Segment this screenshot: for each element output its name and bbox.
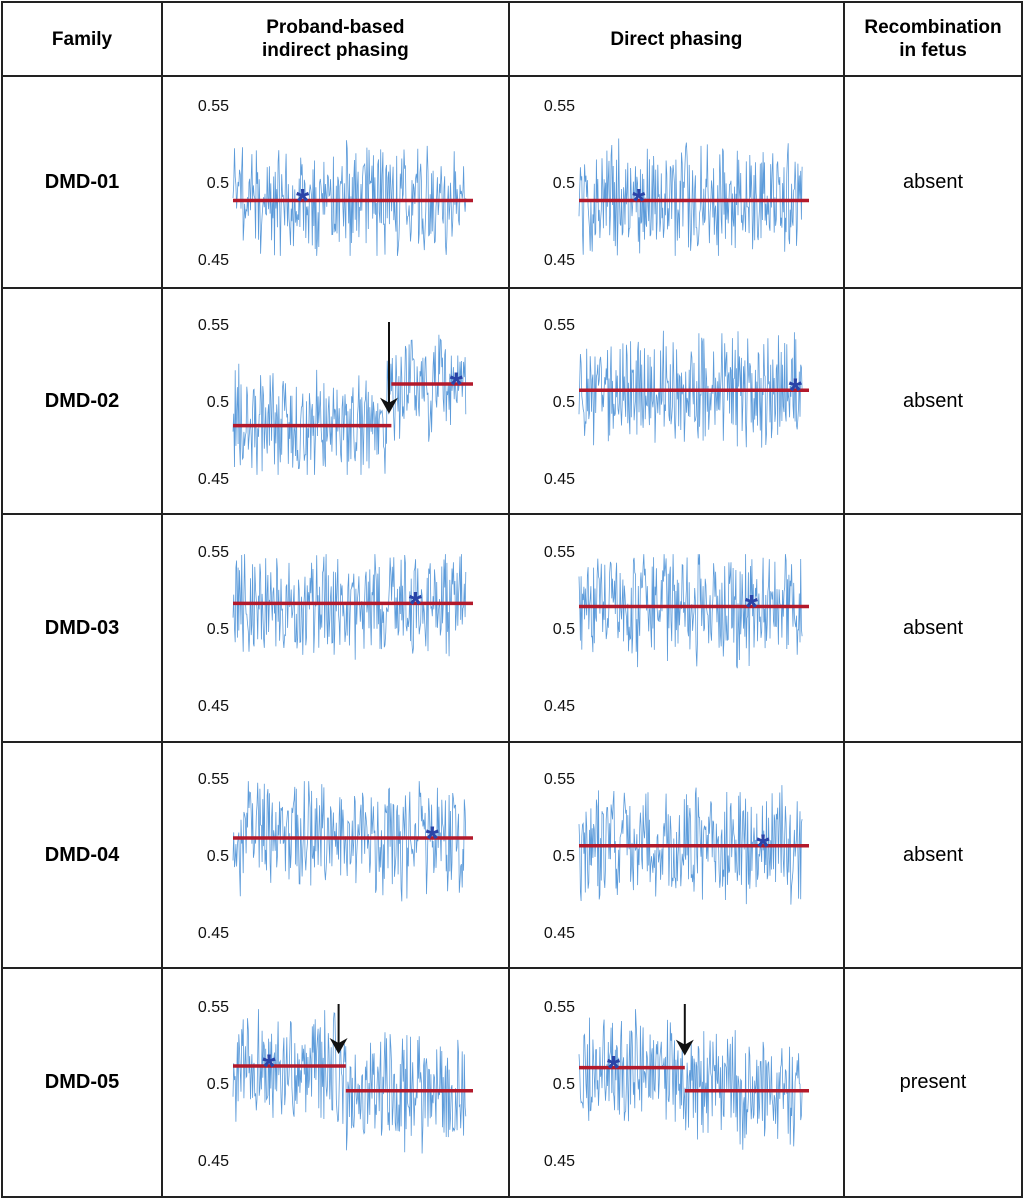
indirect-plot-cell: 0.55 0.5 0.45 *	[161, 741, 510, 969]
table-row: DMD-02 0.55 0.5 0.45 * 0.55 0.5 0.45 * absent	[1, 287, 1023, 515]
y-tick-label: 0.55	[198, 999, 229, 1016]
asterisk-marker: *	[789, 372, 803, 410]
direct-plot-cell: 0.55 0.5 0.45 *	[507, 741, 846, 969]
y-tick-label: 0.55	[198, 771, 229, 788]
family-name: DMD-04	[1, 741, 163, 969]
direct-plot-cell: 0.55 0.5 0.45 *	[507, 967, 846, 1198]
indirect-plot: 0.55 0.5 0.45 *	[198, 544, 474, 715]
arrow-down-icon	[329, 1003, 348, 1054]
family-name: DMD-01	[1, 75, 163, 289]
y-tick-label: 0.55	[198, 544, 229, 561]
header-indirect-phasing: Proband-based indirect phasing	[161, 1, 510, 77]
header-recomb-line1: Recombination	[864, 17, 1002, 38]
indirect-plot: 0.55 0.5 0.45 *	[198, 999, 474, 1170]
signal-trace	[578, 138, 803, 256]
asterisk-marker: *	[633, 182, 647, 220]
header-recombination: Recombination in fetus	[843, 1, 1023, 77]
y-tick-label: 0.45	[198, 252, 229, 269]
y-tick-label: 0.45	[198, 698, 229, 715]
indirect-plot: 0.55 0.5 0.45 *	[198, 771, 474, 942]
recombination-status: absent	[843, 287, 1023, 515]
asterisk-marker: *	[450, 366, 464, 404]
y-tick-label: 0.5	[207, 1076, 229, 1093]
asterisk-marker: *	[607, 1049, 621, 1087]
y-tick-label: 0.55	[198, 98, 229, 115]
results-table: Family Proband-based indirect phasing Dir…	[1, 1, 1023, 1198]
y-tick-label: 0.45	[544, 1153, 575, 1170]
table-row: DMD-05 0.55 0.5 0.45 * 0.55 0.5 0.45 * present	[1, 967, 1023, 1198]
y-tick-label: 0.45	[544, 471, 575, 488]
asterisk-marker: *	[409, 585, 423, 623]
direct-plot-cell: 0.55 0.5 0.45 *	[507, 75, 846, 289]
signal-trace	[232, 140, 467, 256]
table-row: DMD-04 0.55 0.5 0.45 * 0.55 0.5 0.45 * absent	[1, 741, 1023, 969]
indirect-plot: 0.55 0.5 0.45 *	[198, 98, 474, 269]
indirect-plot-cell: 0.55 0.5 0.45 *	[161, 75, 510, 289]
y-tick-label: 0.5	[207, 394, 229, 411]
y-tick-label: 0.45	[544, 252, 575, 269]
table-row: DMD-03 0.55 0.5 0.45 * 0.55 0.5 0.45 * absent	[1, 513, 1023, 743]
asterisk-marker: *	[426, 820, 440, 858]
family-name: DMD-05	[1, 967, 163, 1198]
indirect-plot: 0.55 0.5 0.45 *	[198, 317, 474, 488]
direct-plot: 0.55 0.5 0.45 *	[544, 317, 810, 488]
recombination-status: absent	[843, 741, 1023, 969]
family-name: DMD-02	[1, 287, 163, 515]
signal-trace	[232, 554, 467, 660]
header-recomb-line2: in fetus	[899, 40, 967, 61]
y-tick-label: 0.45	[198, 1153, 229, 1170]
recombination-status: absent	[843, 75, 1023, 289]
signal-trace	[232, 334, 467, 475]
header-indirect-line1: Proband-based	[266, 17, 405, 38]
direct-plot: 0.55 0.5 0.45 *	[544, 999, 810, 1170]
y-tick-label: 0.5	[207, 621, 229, 638]
asterisk-marker: *	[296, 182, 310, 220]
header-direct-phasing: Direct phasing	[507, 1, 846, 77]
header-family: Family	[1, 1, 163, 77]
y-tick-label: 0.55	[198, 317, 229, 334]
y-tick-label: 0.55	[544, 317, 575, 334]
y-tick-label: 0.5	[553, 848, 575, 865]
y-tick-label: 0.5	[553, 1076, 575, 1093]
recombination-status: present	[843, 967, 1023, 1198]
table-row: DMD-01 0.55 0.5 0.45 * 0.55 0.5 0.45 * absent	[1, 75, 1023, 289]
y-tick-label: 0.5	[553, 621, 575, 638]
y-tick-label: 0.55	[544, 98, 575, 115]
y-tick-label: 0.45	[198, 471, 229, 488]
header-row: Family Proband-based indirect phasing Dir…	[1, 1, 1023, 77]
indirect-plot-cell: 0.55 0.5 0.45 *	[161, 513, 510, 743]
direct-plot-cell: 0.55 0.5 0.45 *	[507, 287, 846, 515]
indirect-plot-cell: 0.55 0.5 0.45 *	[161, 967, 510, 1198]
y-tick-label: 0.5	[207, 175, 229, 192]
arrow-down-icon	[380, 322, 399, 414]
y-tick-label: 0.45	[544, 925, 575, 942]
y-tick-label: 0.55	[544, 544, 575, 561]
y-tick-label: 0.45	[198, 925, 229, 942]
direct-plot-cell: 0.55 0.5 0.45 *	[507, 513, 846, 743]
indirect-plot-cell: 0.55 0.5 0.45 *	[161, 287, 510, 515]
asterisk-marker: *	[745, 588, 759, 626]
asterisk-marker: *	[757, 828, 771, 866]
y-tick-label: 0.5	[207, 848, 229, 865]
y-tick-label: 0.5	[553, 394, 575, 411]
family-name: DMD-03	[1, 513, 163, 743]
y-tick-label: 0.55	[544, 771, 575, 788]
signal-trace	[578, 554, 803, 669]
y-tick-label: 0.45	[544, 698, 575, 715]
direct-plot: 0.55 0.5 0.45 *	[544, 771, 810, 942]
direct-plot: 0.55 0.5 0.45 *	[544, 98, 810, 269]
header-indirect-line2: indirect phasing	[261, 40, 409, 61]
asterisk-marker: *	[263, 1048, 277, 1086]
y-tick-label: 0.5	[553, 175, 575, 192]
direct-plot: 0.55 0.5 0.45 *	[544, 544, 810, 715]
recombination-status: absent	[843, 513, 1023, 743]
y-tick-label: 0.55	[544, 999, 575, 1016]
